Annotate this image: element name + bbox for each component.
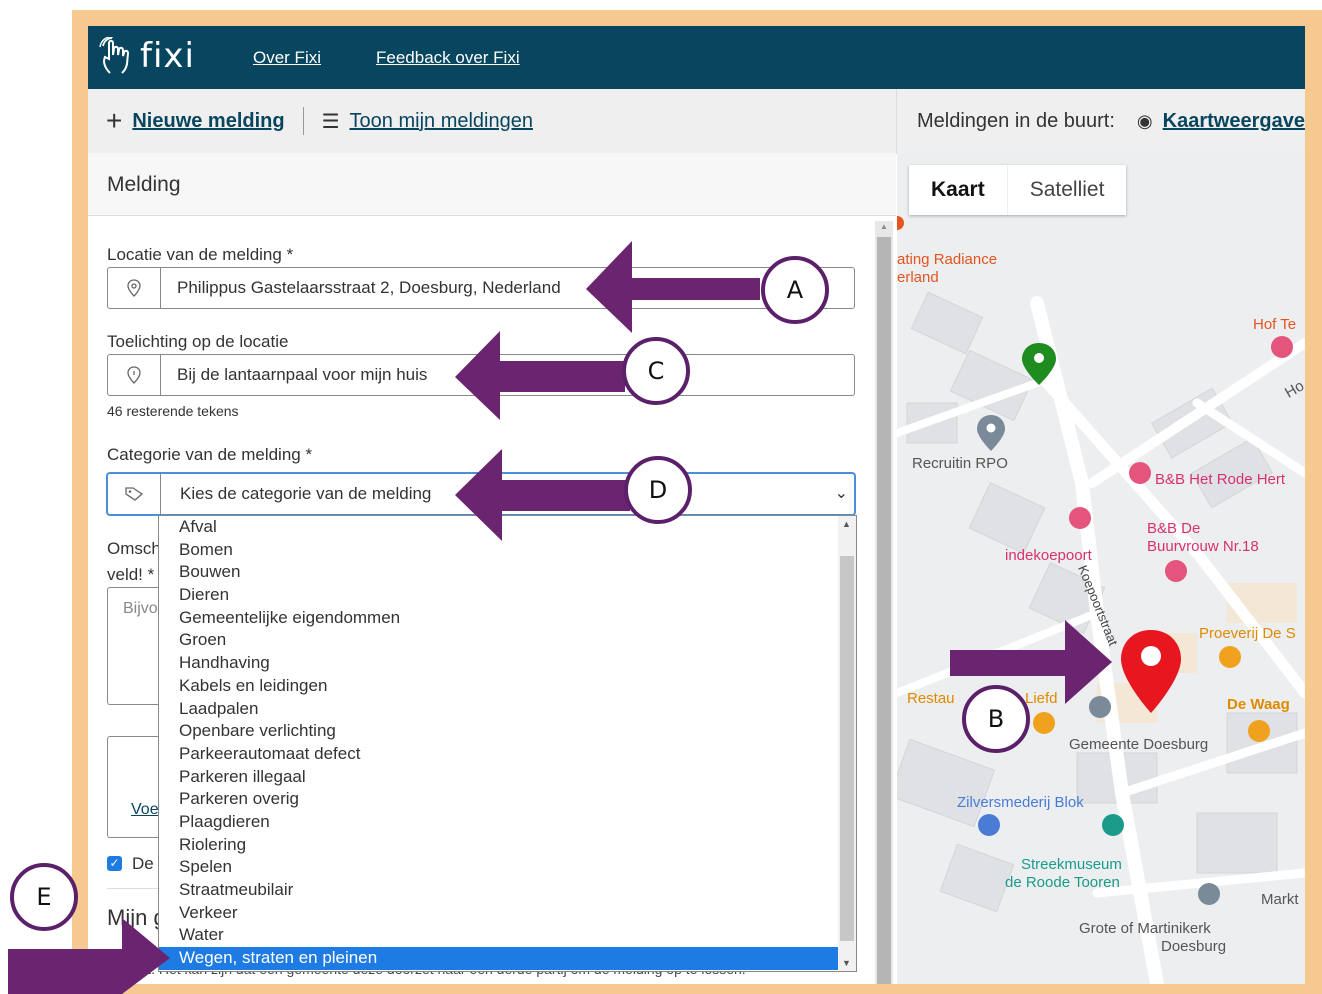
arrow-e <box>8 918 170 994</box>
arrow-a <box>586 241 760 333</box>
callout-d: D <box>624 456 692 524</box>
callout-b: B <box>962 685 1030 753</box>
arrow-d <box>455 449 630 541</box>
callout-c: C <box>622 337 690 405</box>
arrow-c <box>455 331 625 420</box>
callout-e: E <box>10 863 78 931</box>
callout-a: A <box>761 256 829 324</box>
